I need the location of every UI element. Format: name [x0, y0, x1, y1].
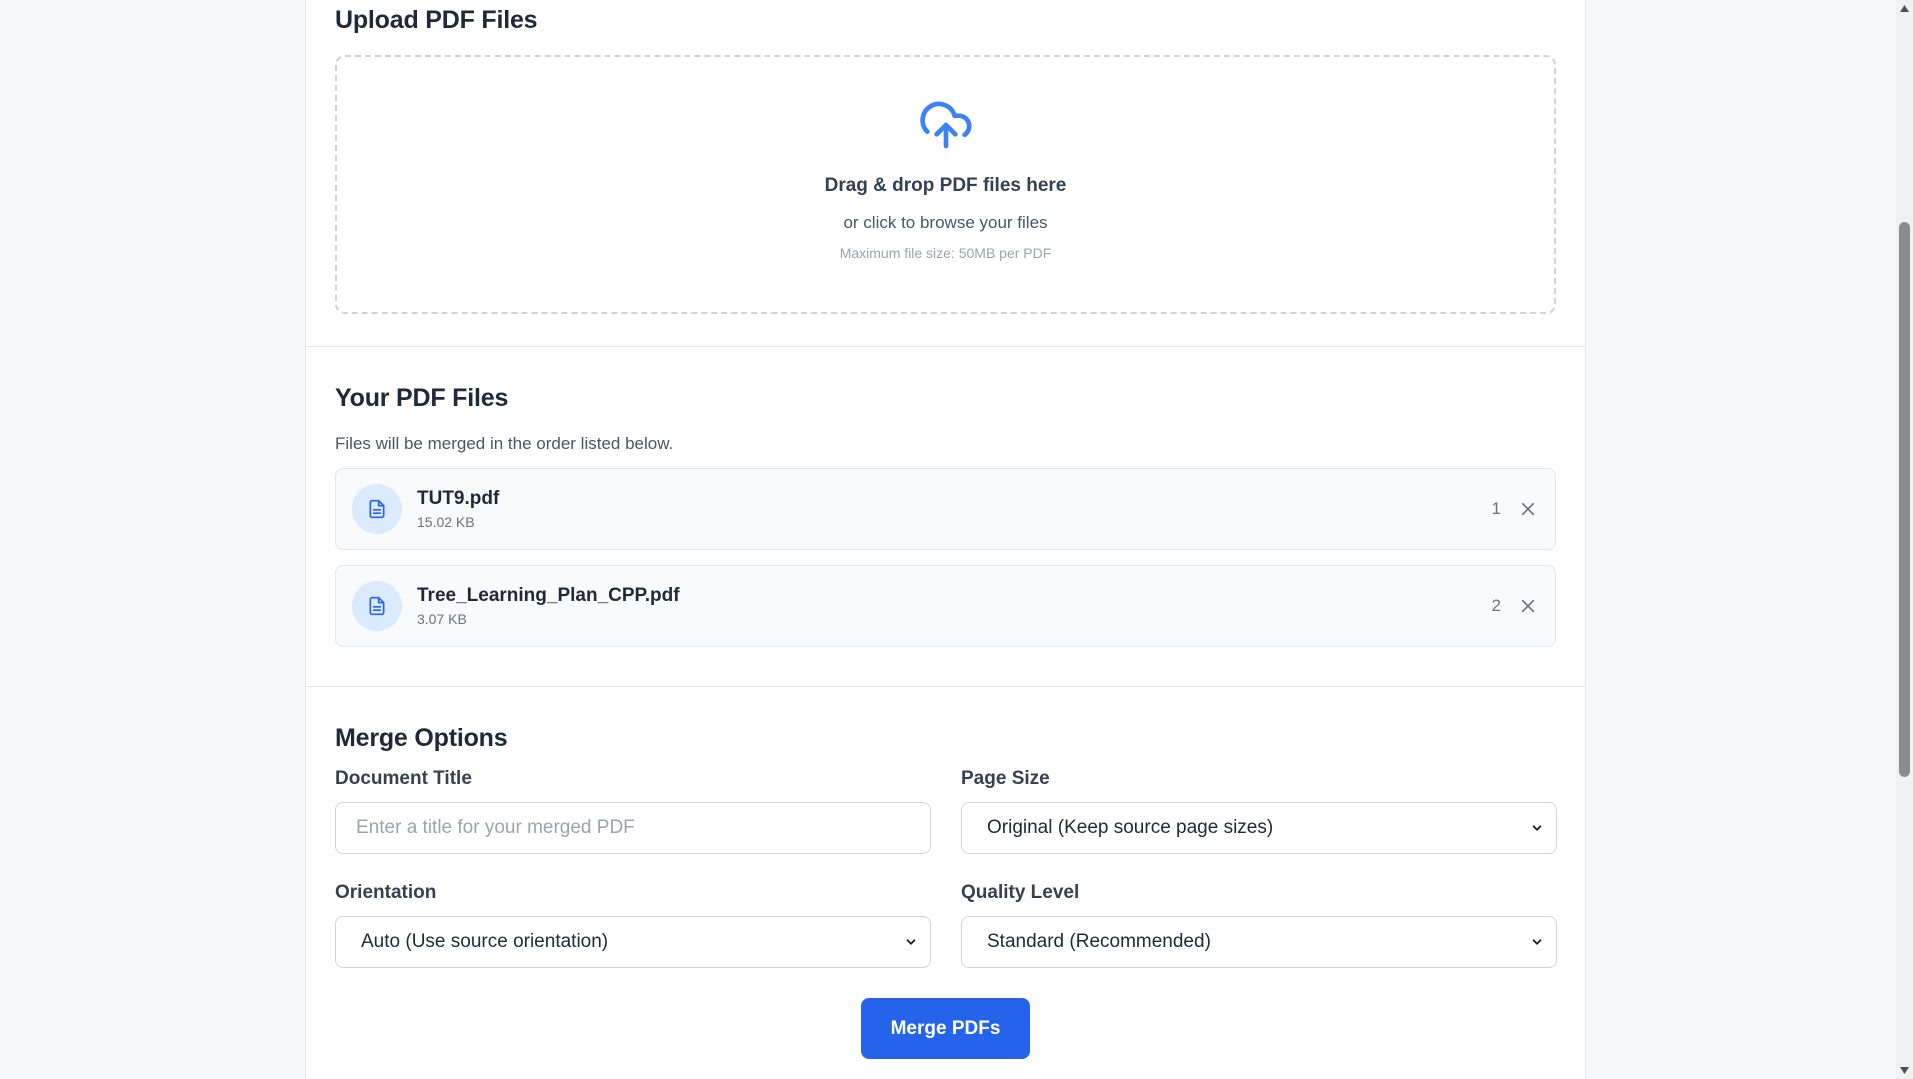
upload-section: Upload PDF Files Drag & drop PDF files h… — [306, 0, 1585, 347]
page-size-label: Page Size — [961, 768, 1050, 789]
file-meta: Tree_Learning_Plan_CPP.pdf 3.07 KB — [417, 585, 1492, 627]
page-size-field: Page Size Original (Keep source page siz… — [961, 768, 1557, 854]
file-order-number: 2 — [1491, 596, 1501, 615]
remove-file-button[interactable] — [1517, 498, 1539, 520]
files-heading: Your PDF Files — [335, 384, 509, 412]
scroll-up-arrow[interactable] — [1896, 0, 1913, 17]
file-size: 3.07 KB — [417, 611, 467, 627]
document-title-label: Document Title — [335, 768, 472, 789]
chevron-down-icon — [1532, 825, 1542, 831]
file-item[interactable]: Tree_Learning_Plan_CPP.pdf 3.07 KB 2 — [335, 565, 1556, 647]
file-meta: TUT9.pdf 15.02 KB — [417, 488, 1492, 530]
vertical-scrollbar[interactable] — [1896, 0, 1913, 1079]
triangle-up-icon — [1900, 5, 1909, 12]
close-icon — [1521, 599, 1535, 613]
file-size: 15.02 KB — [417, 514, 475, 530]
orientation-label: Orientation — [335, 882, 437, 903]
quality-level-select[interactable]: Standard (Recommended) — [961, 916, 1557, 968]
merge-options-heading: Merge Options — [335, 724, 508, 752]
chevron-down-icon — [906, 939, 916, 945]
file-order-number: 1 — [1491, 499, 1501, 518]
merge-button-wrap: Merge PDFs — [335, 998, 1556, 1059]
file-list: TUT9.pdf 15.02 KB 1 Tree_Learning_Plan_C… — [335, 468, 1556, 647]
main-card: Upload PDF Files Drag & drop PDF files h… — [305, 0, 1586, 1079]
document-title-field: Document Title Enter a title for your me… — [335, 768, 931, 854]
document-icon — [369, 596, 385, 616]
page-size-value: Original (Keep source page sizes) — [987, 817, 1274, 838]
quality-level-value: Standard (Recommended) — [987, 931, 1211, 952]
files-description: Files will be merged in the order listed… — [335, 434, 674, 453]
dropzone-title: Drag & drop PDF files here — [824, 175, 1067, 196]
scrollbar-thumb[interactable] — [1899, 222, 1910, 777]
triangle-down-icon — [1900, 1067, 1909, 1074]
merge-pdfs-button[interactable]: Merge PDFs — [861, 998, 1030, 1059]
file-name: Tree_Learning_Plan_CPP.pdf — [417, 585, 680, 606]
file-name: TUT9.pdf — [417, 488, 500, 509]
orientation-select[interactable]: Auto (Use source orientation) — [335, 916, 931, 968]
file-icon-badge — [352, 581, 402, 631]
quality-level-field: Quality Level Standard (Recommended) — [961, 882, 1557, 968]
upload-heading: Upload PDF Files — [335, 6, 538, 34]
file-dropzone[interactable]: Drag & drop PDF files here or click to b… — [335, 55, 1556, 314]
page-size-select[interactable]: Original (Keep source page sizes) — [961, 802, 1557, 854]
dropzone-size-hint: Maximum file size: 50MB per PDF — [839, 245, 1052, 261]
close-icon — [1521, 502, 1535, 516]
merge-options-section: Merge Options Document Title Enter a tit… — [306, 687, 1585, 1059]
orientation-field: Orientation Auto (Use source orientation… — [335, 882, 931, 968]
document-icon — [369, 499, 385, 519]
scroll-down-arrow[interactable] — [1896, 1062, 1913, 1079]
chevron-down-icon — [1532, 939, 1542, 945]
quality-level-label: Quality Level — [961, 882, 1080, 903]
orientation-value: Auto (Use source orientation) — [361, 931, 609, 952]
file-icon-badge — [352, 484, 402, 534]
document-title-input[interactable]: Enter a title for your merged PDF — [335, 802, 931, 854]
file-item[interactable]: TUT9.pdf 15.02 KB 1 — [335, 468, 1556, 550]
files-section: Your PDF Files Files will be merged in t… — [306, 347, 1585, 687]
cloud-upload-icon — [919, 101, 972, 149]
remove-file-button[interactable] — [1517, 595, 1539, 617]
options-grid: Document Title Enter a title for your me… — [335, 768, 1557, 968]
dropzone-subtitle: or click to browse your files — [843, 213, 1048, 232]
